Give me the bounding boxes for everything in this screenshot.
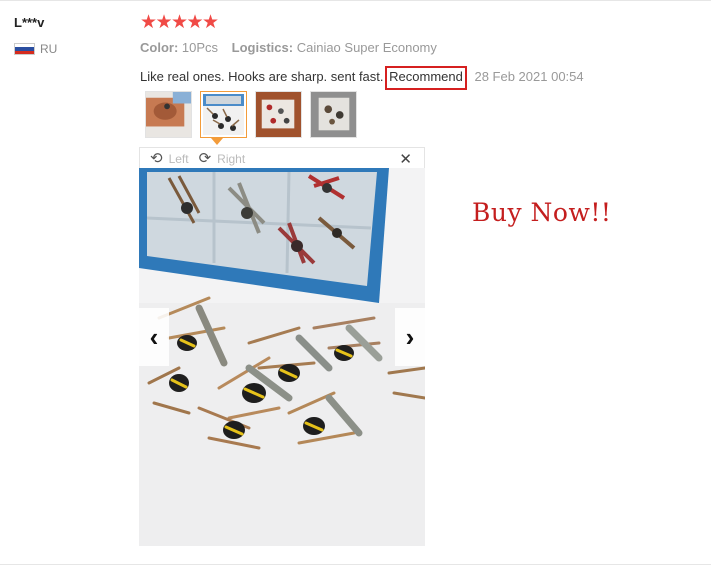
star-rating: ★ ★ ★ ★ ★ [140, 13, 700, 33]
rotate-left-button[interactable]: ⟲ Left [150, 149, 189, 167]
thumb-1[interactable] [145, 91, 192, 138]
buy-now-text: Buy Now!! [472, 198, 612, 227]
fishing-flies-photo [139, 168, 425, 546]
rotate-right-label: Right [217, 151, 246, 166]
country-code: RU [40, 42, 58, 56]
star-icon: ★ [155, 12, 173, 33]
thumbnail-strip [145, 91, 365, 138]
review-date: 28 Feb 2021 00:54 [474, 69, 584, 84]
rotate-right-icon: ⟳ [198, 149, 212, 167]
order-meta: Color: 10Pcs Logistics: Cainiao Super Ec… [140, 40, 700, 56]
color-value: 10Pcs [181, 40, 219, 55]
star-icon: ★ [140, 12, 158, 33]
color-label: Color: [140, 40, 179, 55]
reviewer-name: L***v [14, 15, 45, 30]
russia-flag-icon [14, 43, 35, 55]
active-thumb-caret [211, 138, 223, 145]
review-body: ★ ★ ★ ★ ★ Color: 10Pcs Logistics: Cainia… [140, 13, 700, 90]
thumb-3[interactable] [255, 91, 302, 138]
chevron-right-icon[interactable]: › [395, 308, 425, 366]
star-icon: ★ [202, 12, 220, 33]
thumbnail-image [256, 92, 301, 137]
star-icon: ★ [186, 12, 204, 33]
review-text: Like real ones. Hooks are sharp. sent fa… [140, 69, 384, 84]
image-viewer-toolbar: ⟲ Left ⟳ Right ✕ [139, 147, 425, 169]
highlighted-word: Recommend [385, 66, 467, 90]
chevron-left-icon[interactable]: ‹ [139, 308, 169, 366]
top-divider [0, 0, 711, 1]
star-icon: ★ [171, 12, 189, 33]
reviewer-country: RU [14, 41, 124, 57]
thumb-4[interactable] [310, 91, 357, 138]
rotate-right-button[interactable]: ⟳ Right [198, 149, 246, 167]
rotate-left-icon: ⟲ [150, 149, 163, 167]
thumb-2[interactable] [200, 91, 247, 138]
review-photo: ‹ › [139, 168, 425, 546]
logistics-value: Cainiao Super Economy [296, 40, 437, 55]
rotate-left-label: Left [168, 151, 189, 166]
thumbnail-image [311, 92, 356, 137]
thumbnail-image [203, 94, 244, 135]
bottom-divider [0, 564, 711, 565]
review-text-line: Like real ones. Hooks are sharp. sent fa… [140, 66, 700, 90]
close-icon[interactable]: ✕ [399, 150, 412, 168]
reviewer-info: L***v RU [14, 14, 124, 57]
thumbnail-image [146, 92, 191, 137]
logistics-label: Logistics: [231, 40, 294, 55]
